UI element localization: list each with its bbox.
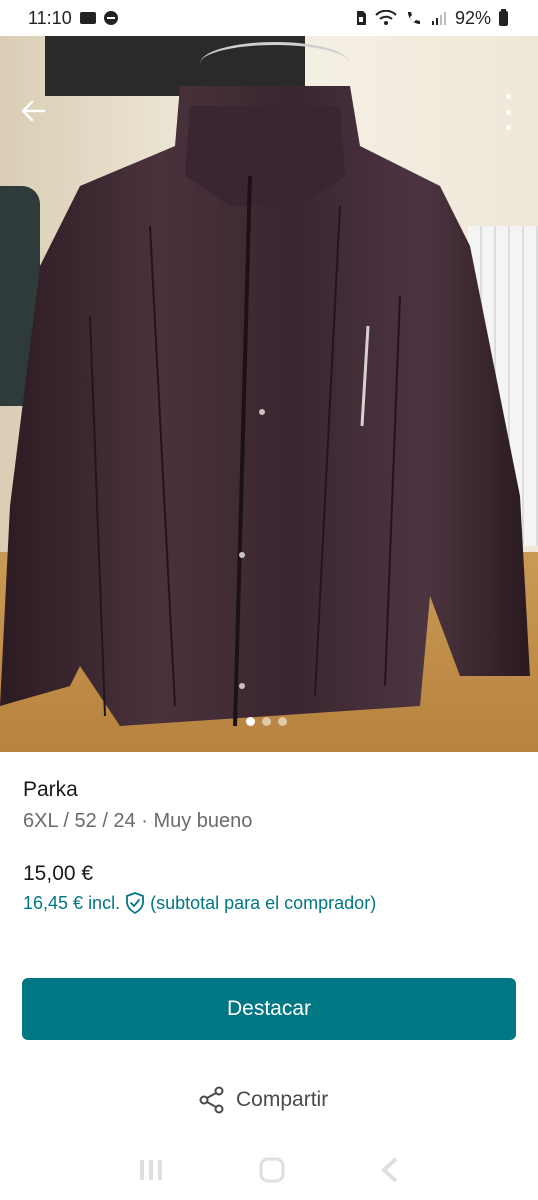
signal-icon [431,12,446,25]
promote-button[interactable]: Destacar [22,978,516,1040]
item-details: 6XL / 52 / 24 · Muy bueno [23,810,253,832]
recent-apps-icon[interactable] [138,1158,164,1182]
carousel-dot[interactable] [278,717,287,726]
mail-icon [79,12,96,24]
status-time: 11:10 [28,7,72,28]
buyer-price: 16,45 € [23,892,84,913]
battery-icon [499,8,508,26]
share-label: Compartir [236,1088,329,1111]
share-icon [199,1086,224,1114]
buyer-price-incl: incl. [88,892,121,913]
carousel-dot[interactable] [262,717,271,726]
more-vertical-icon [505,94,511,99]
home-icon[interactable] [259,1157,285,1183]
more-options-button[interactable] [502,94,514,130]
wifi-icon [375,10,397,25]
wifi-calling-icon [407,12,420,24]
carousel-indicator [246,717,287,726]
more-vertical-icon-dot [505,125,511,130]
item-photo[interactable] [0,36,538,752]
status-right: 92% [355,8,508,29]
item-price: 15,00 € [23,862,94,885]
battery-percent: 92% [454,7,491,28]
buyer-price-note: (subtotal para el comprador) [150,892,377,913]
carousel-dot-active[interactable] [246,717,255,726]
buyer-price-row[interactable]: 16,45 € incl. (subtotal para el comprado… [23,892,376,914]
share-button[interactable]: Compartir [198,1086,328,1114]
jacket-image [0,86,530,727]
status-left: 11:10 [28,8,118,29]
item-title: Parka [23,778,78,801]
sim-icon [356,11,366,25]
back-icon[interactable] [380,1157,400,1183]
back-arrow-icon [21,100,46,122]
back-button[interactable] [18,96,48,126]
system-nav-bar [0,1140,538,1200]
do-not-disturb-icon [103,11,118,25]
shield-check-icon [125,892,145,914]
more-vertical-icon-dot [505,109,511,115]
status-bar: 11:10 92% [0,0,538,36]
